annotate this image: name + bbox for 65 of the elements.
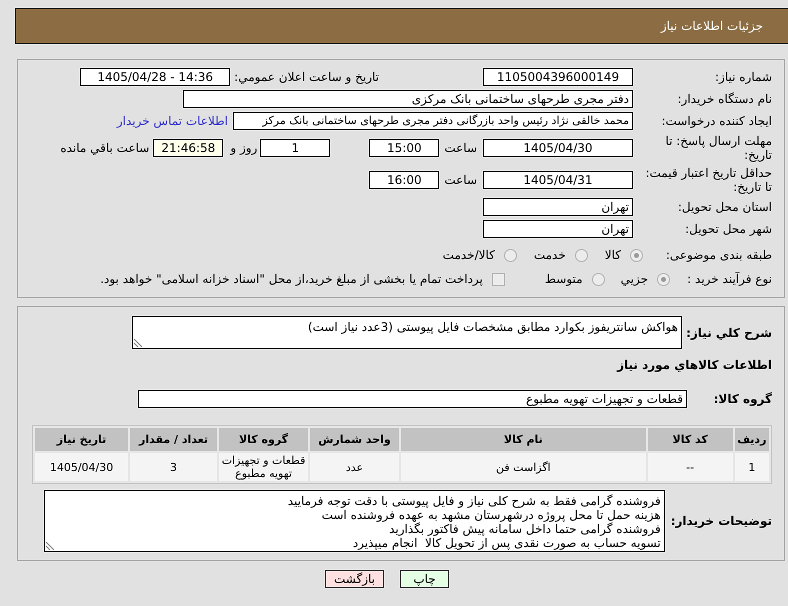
field-label: طبقه بندی موضوعی:	[664, 248, 772, 262]
option-label: خدمت	[534, 248, 566, 262]
table-header-cell: واحد شمارش	[310, 428, 399, 451]
table-cell: 3	[130, 453, 218, 481]
description-field[interactable]: هواکش سانتریفوز بکوارد مطابق مشخصات فایل پیوستی (3عدد نیاز است)	[132, 316, 682, 349]
city-field[interactable]: تهران	[483, 220, 633, 238]
field-label: شرح کلي نیاز:	[686, 326, 772, 340]
checkbox-label: پرداخت تمام یا بخشی از مبلغ خرید،از محل "اسناد خزانه اسلامی" خواهد بود.	[100, 272, 483, 286]
table-cell: 1	[734, 453, 769, 481]
table-header-cell: تاریخ نیاز	[35, 428, 128, 451]
option-label: جزيي	[620, 272, 648, 286]
table-header-cell: کد کالا	[648, 428, 733, 451]
radio-button[interactable]	[630, 248, 643, 262]
date-field[interactable]: 1405/04/30	[483, 139, 633, 157]
table-cell: عدد	[310, 453, 399, 481]
resize-grip-icon[interactable]	[46, 542, 54, 550]
field-label: تاریخ و ساعت اعلان عمومي:	[234, 70, 379, 84]
radio-button[interactable]	[657, 272, 670, 286]
remaining-time-field[interactable]: 21:46:58	[153, 139, 224, 157]
province-field[interactable]: تهران	[483, 198, 633, 216]
time-label: ساعت	[444, 141, 477, 155]
checkbox[interactable]	[492, 272, 505, 286]
table-cell: --	[648, 453, 733, 481]
date-field[interactable]: 1405/04/31	[483, 171, 633, 189]
field-label: ایجاد کننده درخواست:	[660, 114, 772, 128]
time-field[interactable]: 15:00	[369, 139, 440, 157]
table-header-cell: تعداد / مقدار	[130, 428, 218, 451]
option-label: کالا	[604, 248, 621, 262]
radio-button[interactable]	[574, 248, 588, 262]
goods-group-field[interactable]: قطعات و تجهیزات تهویه مطبوع	[138, 390, 687, 408]
field-label: مهلت ارسال پاسخ: تا تاریخ:	[664, 134, 772, 162]
days-label: روز و	[230, 141, 258, 155]
table-cell: قطعات و تجهیزات تهویه مطبوع	[219, 453, 308, 481]
table-header-cell: ردیف	[734, 428, 769, 451]
field-label: نام دستگاه خریدار:	[676, 92, 772, 106]
page-title: جزئیات اطلاعات نیاز	[660, 19, 763, 33]
resize-grip-icon[interactable]	[134, 339, 142, 347]
days-field[interactable]: 1	[260, 139, 330, 157]
section-title: اطلاعات کالاهاي مورد نياز	[616, 358, 772, 372]
option-label: متوسط	[544, 272, 583, 286]
field-label: شهر محل تحویل:	[684, 222, 772, 236]
field-label: استان محل تحویل:	[676, 200, 772, 214]
need-number-field[interactable]: 1105004396000149	[483, 68, 633, 86]
table-header-cell: نام کالا	[400, 428, 646, 451]
time-label: ساعت	[444, 173, 477, 187]
field-label: نوع فرآیند خرید :	[686, 272, 772, 286]
requester-field[interactable]: محمد خالقی نژاد رئیس واحد بازرگانی دفتر مجری طرحهای ساختمانی بانک مرکز	[233, 112, 633, 130]
buyer-notes-field[interactable]: فروشنده گرامی فقط به شرح کلی نیاز و فایل پیوستی با دقت توجه فرمایید هزینه حمل تا محل پروژه درشهرستان مشهد به عهده فروشنده است فروشنده گرامی حتما داخل سامانه پیش فاکتور بگذارید تسویه حساب به صورت نقدی پس از تحویل کالا انجام میپذیرد	[44, 490, 665, 552]
back-button[interactable]: بازگشت	[325, 570, 384, 588]
remaining-label: ساعت باقي مانده	[60, 141, 150, 155]
field-label: حداقل تاریخ اعتبار قیمت: تا تاریخ:	[644, 166, 772, 194]
field-label: گروه کالا:	[712, 392, 772, 406]
table-cell: اگزاست فن	[400, 453, 646, 481]
table-cell: 1405/04/30	[35, 453, 128, 481]
radio-button[interactable]	[592, 272, 605, 286]
radio-button[interactable]	[504, 248, 517, 262]
print-button[interactable]: چاپ	[400, 570, 449, 588]
table-header-cell: گروه کالا	[219, 428, 308, 451]
time-field[interactable]: 16:00	[369, 171, 440, 189]
buyer-contact-link[interactable]: اطلاعات تماس خریدار	[116, 114, 228, 128]
announcement-date-field[interactable]: 1405/04/28 - 14:36	[80, 68, 230, 86]
field-label: شماره نیاز:	[714, 70, 772, 84]
buyer-name-field[interactable]: دفتر مجری طرحهای ساختمانی بانک مرکزی	[183, 90, 633, 108]
option-label: کالا/خدمت	[442, 248, 495, 262]
field-label: توضیحات خریدار:	[670, 514, 772, 528]
